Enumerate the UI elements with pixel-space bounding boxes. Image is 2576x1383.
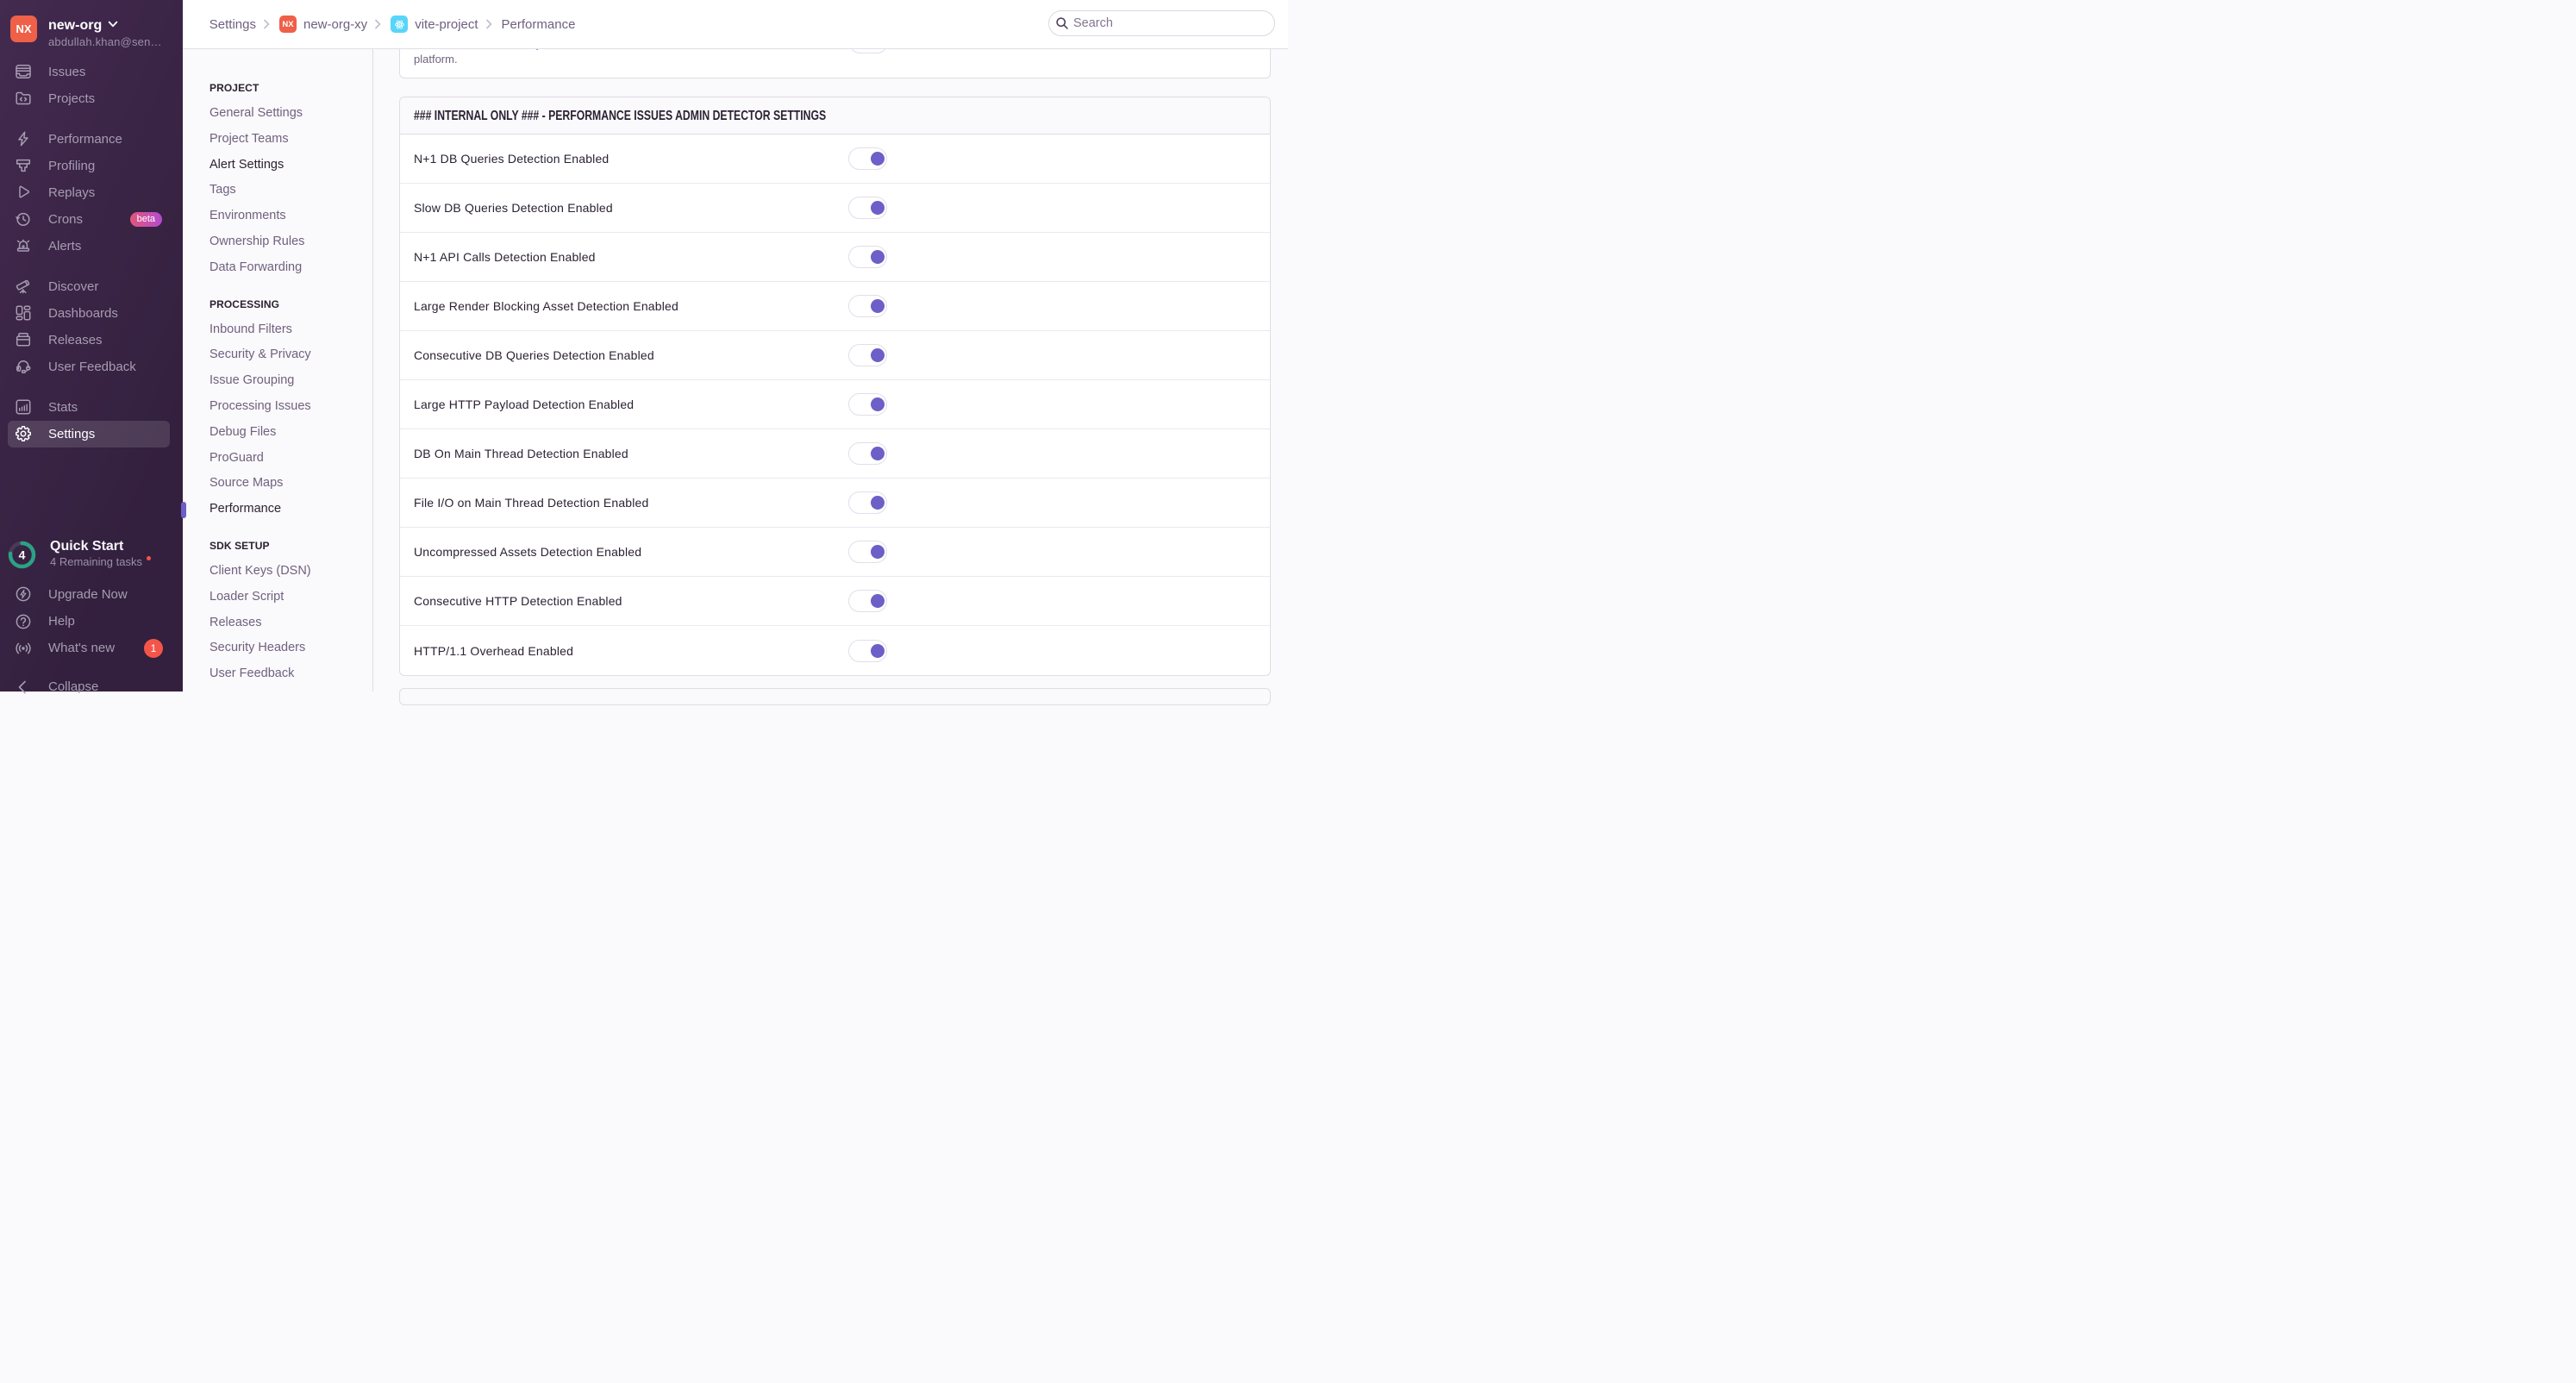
svg-text:4: 4 <box>19 548 26 562</box>
